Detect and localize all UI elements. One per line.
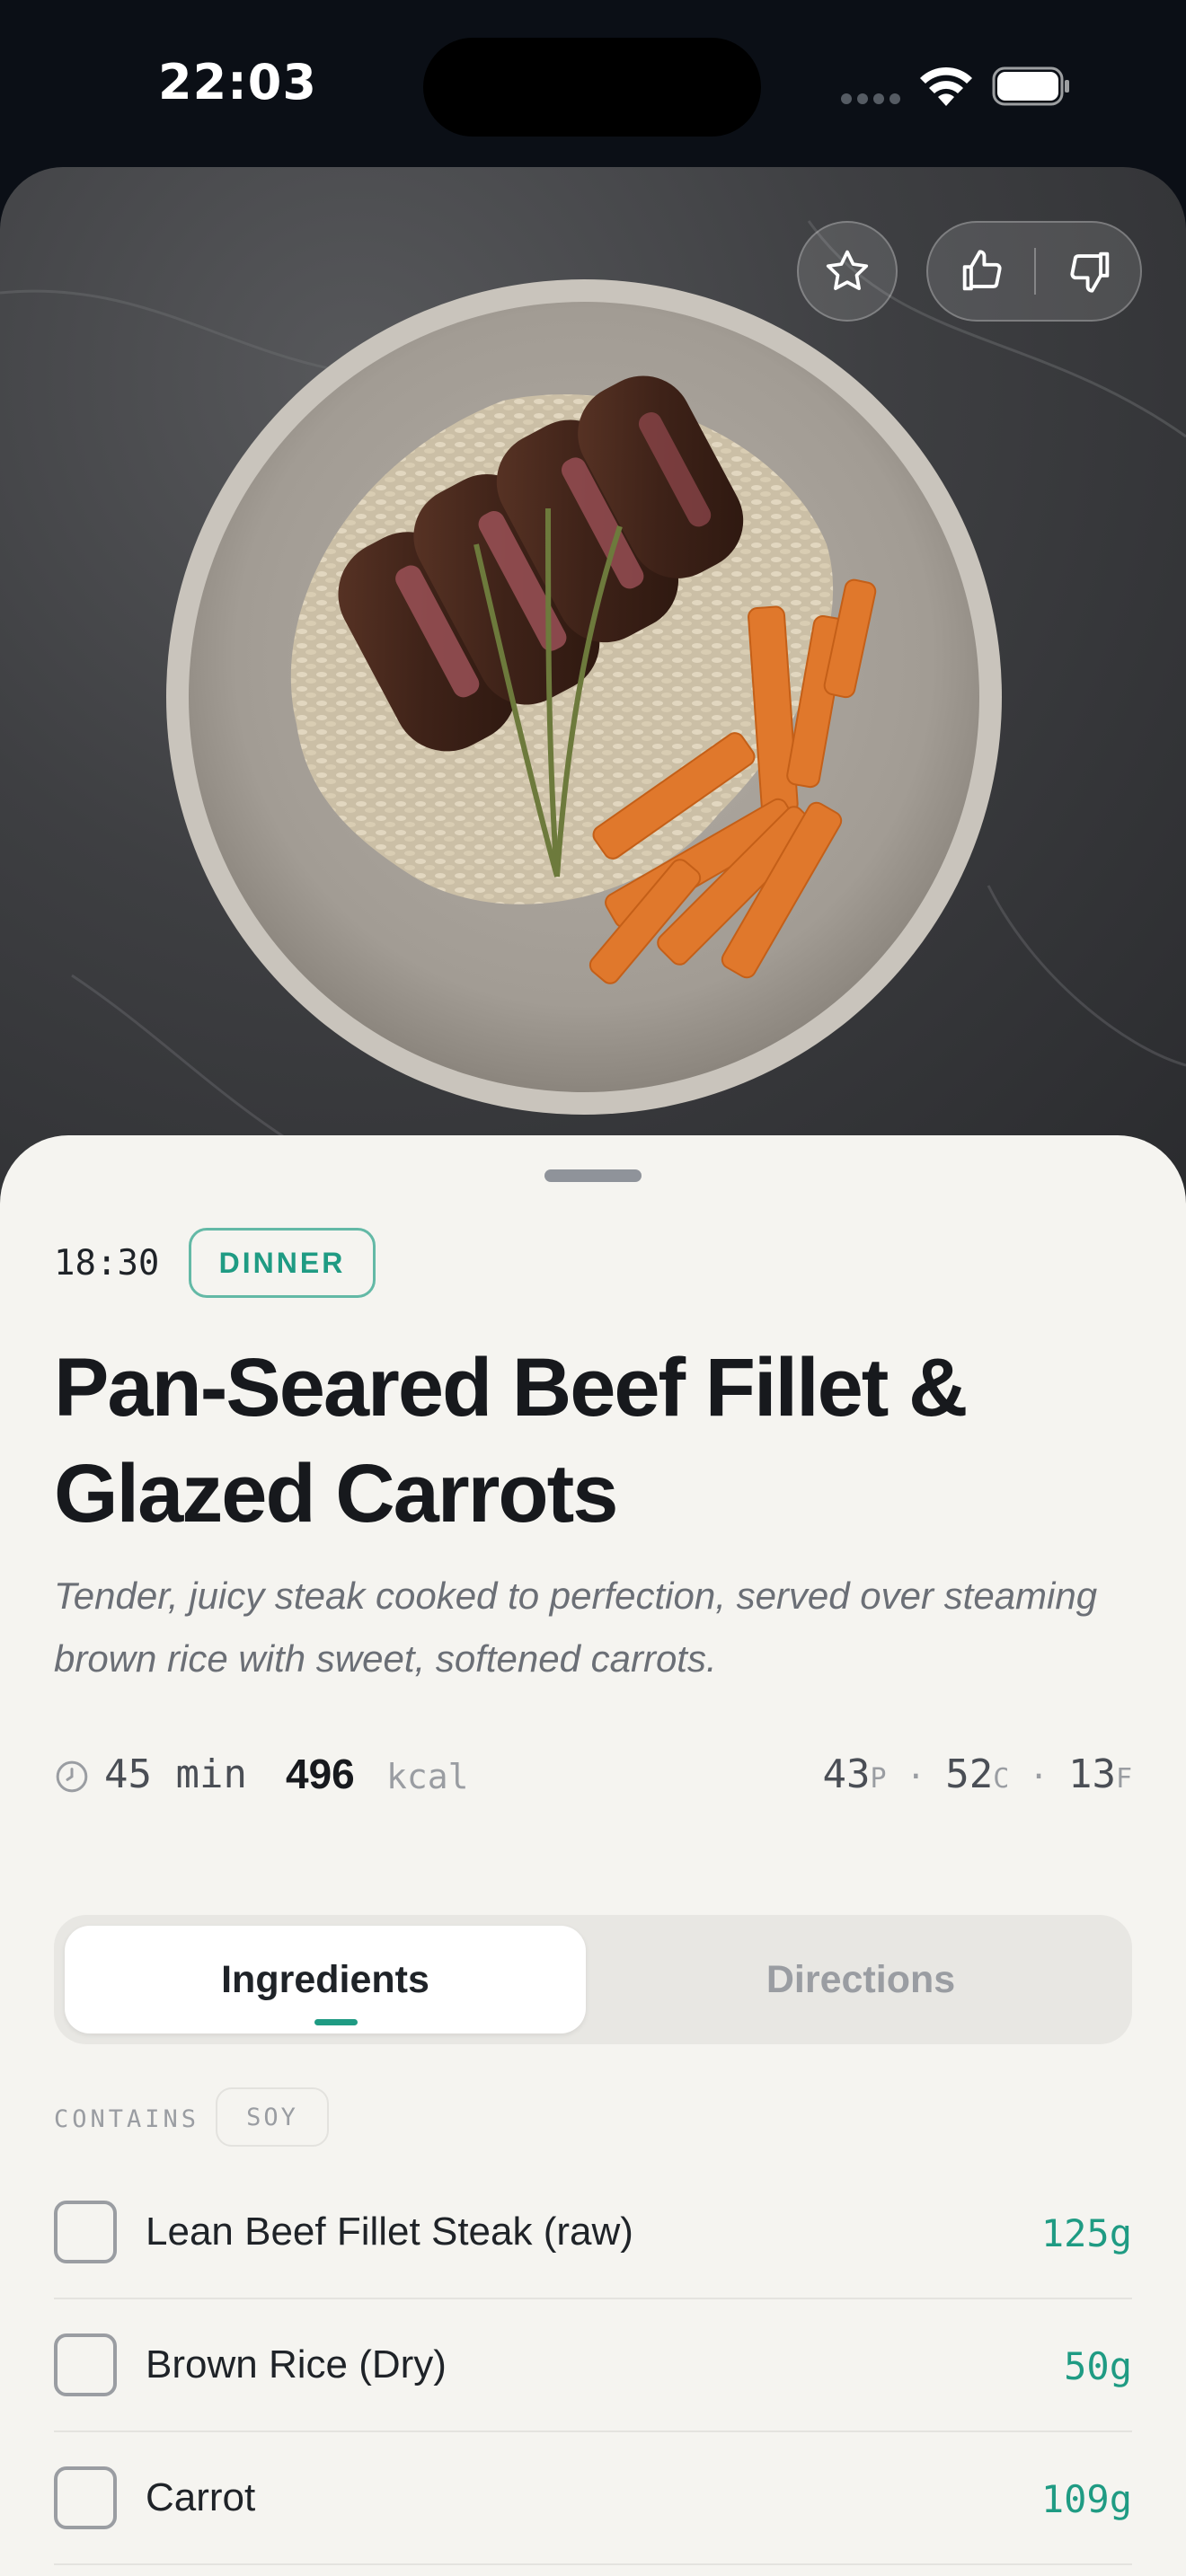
status-bar: 22:03 (0, 0, 1186, 171)
battery-icon (992, 66, 1069, 106)
macro-separator: · (906, 1759, 926, 1795)
ingredient-checkbox[interactable] (54, 2466, 117, 2529)
ingredient-name: Lean Beef Fillet Steak (raw) (146, 2210, 633, 2254)
meal-photo (0, 220, 1186, 1193)
contains-label: CONTAINS (54, 2105, 200, 2133)
ingredients-list: Lean Beef Fillet Steak (raw) 125g Brown … (54, 2166, 1132, 2565)
wifi-icon (920, 66, 972, 106)
detail-tabs: Ingredients Directions (54, 1915, 1132, 2044)
tab-ingredients-label: Ingredients (221, 1957, 429, 2001)
star-icon (826, 250, 869, 290)
meal-type-badge: DINNER (189, 1228, 376, 1298)
meal-stats: 45 min 496 kcal 43P · 52C · 13F (54, 1746, 1132, 1809)
protein-value: 43 (822, 1751, 871, 1797)
ingredient-quantity: 125g (1040, 2211, 1132, 2255)
fat-unit: F (1115, 1763, 1132, 1795)
clock-icon (56, 1760, 88, 1793)
cellular-signal-icon (841, 93, 906, 109)
ingredient-row[interactable]: Brown Rice (Dry) 50g (54, 2299, 1132, 2432)
ingredient-quantity: 50g (1064, 2344, 1132, 2388)
dynamic-island (423, 38, 761, 137)
calories-value: 496 (286, 1751, 355, 1797)
thumbs-down-icon (1070, 251, 1110, 293)
active-tab-indicator (314, 2019, 358, 2025)
ingredient-name: Brown Rice (Dry) (146, 2342, 447, 2386)
thumbs-up-icon (962, 250, 1002, 291)
ingredient-checkbox[interactable] (54, 2333, 117, 2396)
tab-directions[interactable]: Directions (600, 1926, 1121, 2033)
ingredient-checkbox[interactable] (54, 2201, 117, 2263)
rating-buttons (926, 221, 1142, 322)
ingredient-name: Carrot (146, 2475, 256, 2519)
status-time: 22:03 (158, 54, 317, 110)
carbs-value: 52 (945, 1751, 994, 1797)
calories-unit: kcal (386, 1757, 469, 1796)
like-button[interactable] (928, 223, 1036, 320)
sheet-grabber[interactable] (544, 1169, 642, 1182)
meal-title: Pan-Seared Beef Fillet & Glazed Carrots (54, 1342, 968, 1539)
tab-ingredients[interactable]: Ingredients (65, 1926, 586, 2033)
meal-detail-sheet: 18:30 DINNER Pan-Seared Beef Fillet & Gl… (0, 1135, 1186, 2576)
carbs-unit: C (993, 1763, 1010, 1795)
ingredient-row[interactable]: Lean Beef Fillet Steak (raw) 125g (54, 2166, 1132, 2299)
ingredient-quantity: 109g (1040, 2477, 1132, 2521)
fat-value: 13 (1067, 1751, 1116, 1797)
allergen-badge: SOY (216, 2087, 329, 2147)
protein-unit: P (870, 1763, 887, 1795)
meal-hero-image (0, 167, 1186, 1209)
macros-summary: 43P · 52C · 13F (822, 1751, 1132, 1797)
ingredient-row[interactable]: Carrot 109g (54, 2432, 1132, 2565)
macro-separator: · (1029, 1759, 1049, 1795)
dislike-button[interactable] (1036, 223, 1144, 320)
tab-directions-label: Directions (766, 1957, 956, 2001)
favorite-button[interactable] (797, 221, 898, 322)
prep-duration: 45 min (104, 1751, 247, 1797)
meal-description: Tender, juicy steak cooked to perfection… (54, 1575, 1098, 1680)
meal-time: 18:30 (54, 1243, 160, 1284)
